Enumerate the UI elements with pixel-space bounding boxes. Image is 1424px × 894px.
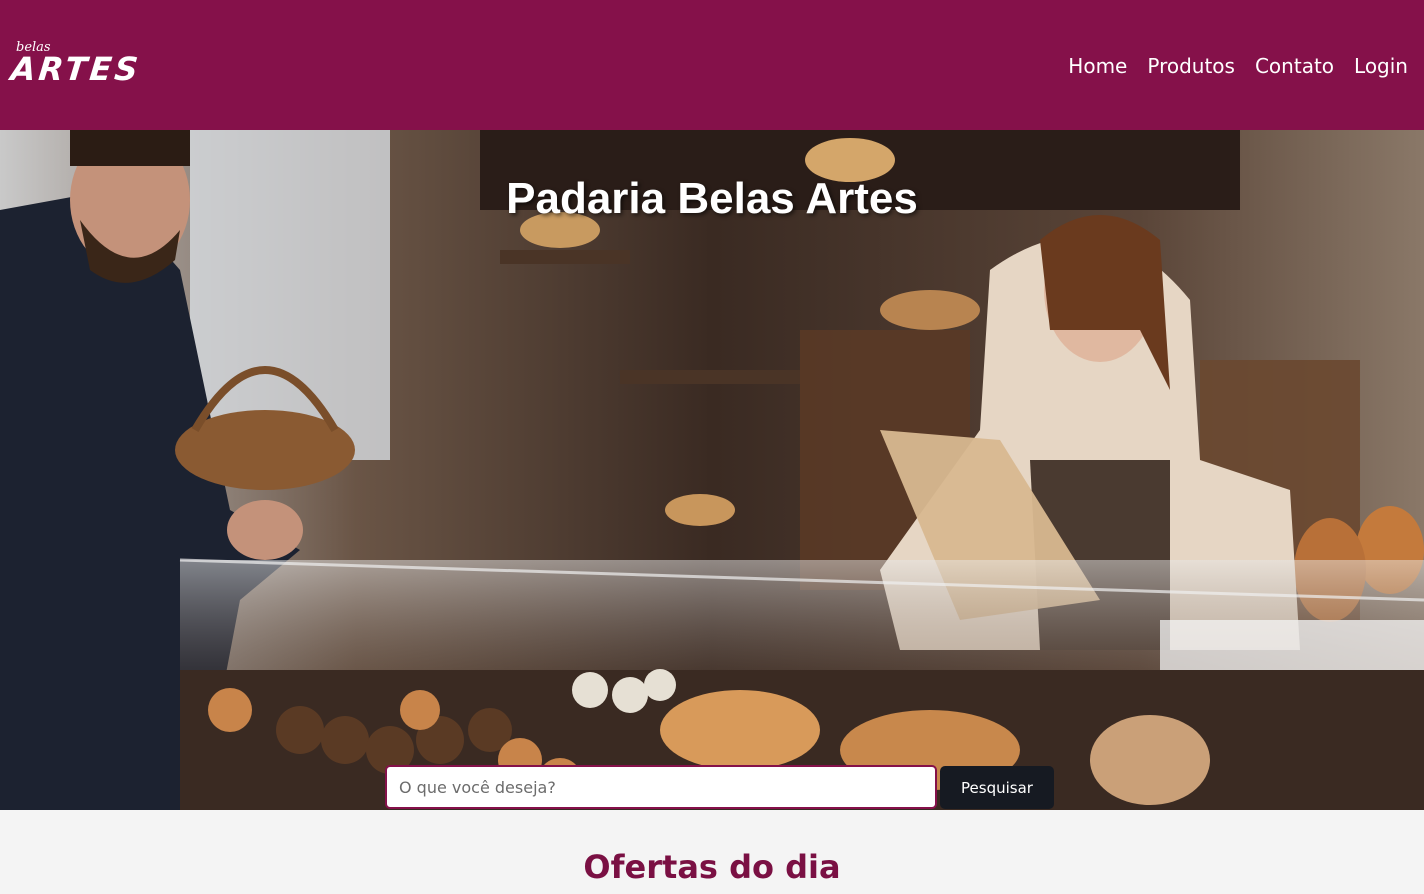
hero-title: Padaria Belas Artes	[506, 174, 918, 223]
hero-bakery-photo	[0, 130, 1424, 810]
search-input[interactable]	[385, 765, 937, 809]
brand-logo[interactable]: belas ARTES	[9, 40, 143, 88]
hero-banner: Padaria Belas Artes Pesquisar	[0, 130, 1424, 810]
site-header: belas ARTES Home Produtos Contato Login	[0, 0, 1424, 130]
offers-title: Ofertas do dia	[583, 848, 841, 886]
search-button[interactable]: Pesquisar	[940, 766, 1054, 809]
main-nav: Home Produtos Contato Login	[1068, 54, 1408, 78]
logo-big-text: ARTES	[9, 50, 143, 88]
nav-contato[interactable]: Contato	[1255, 54, 1334, 78]
nav-produtos[interactable]: Produtos	[1147, 54, 1235, 78]
offers-section: Ofertas do dia	[0, 810, 1424, 894]
nav-login[interactable]: Login	[1354, 54, 1408, 78]
nav-home[interactable]: Home	[1068, 54, 1127, 78]
search-bar: Pesquisar	[385, 765, 1054, 809]
